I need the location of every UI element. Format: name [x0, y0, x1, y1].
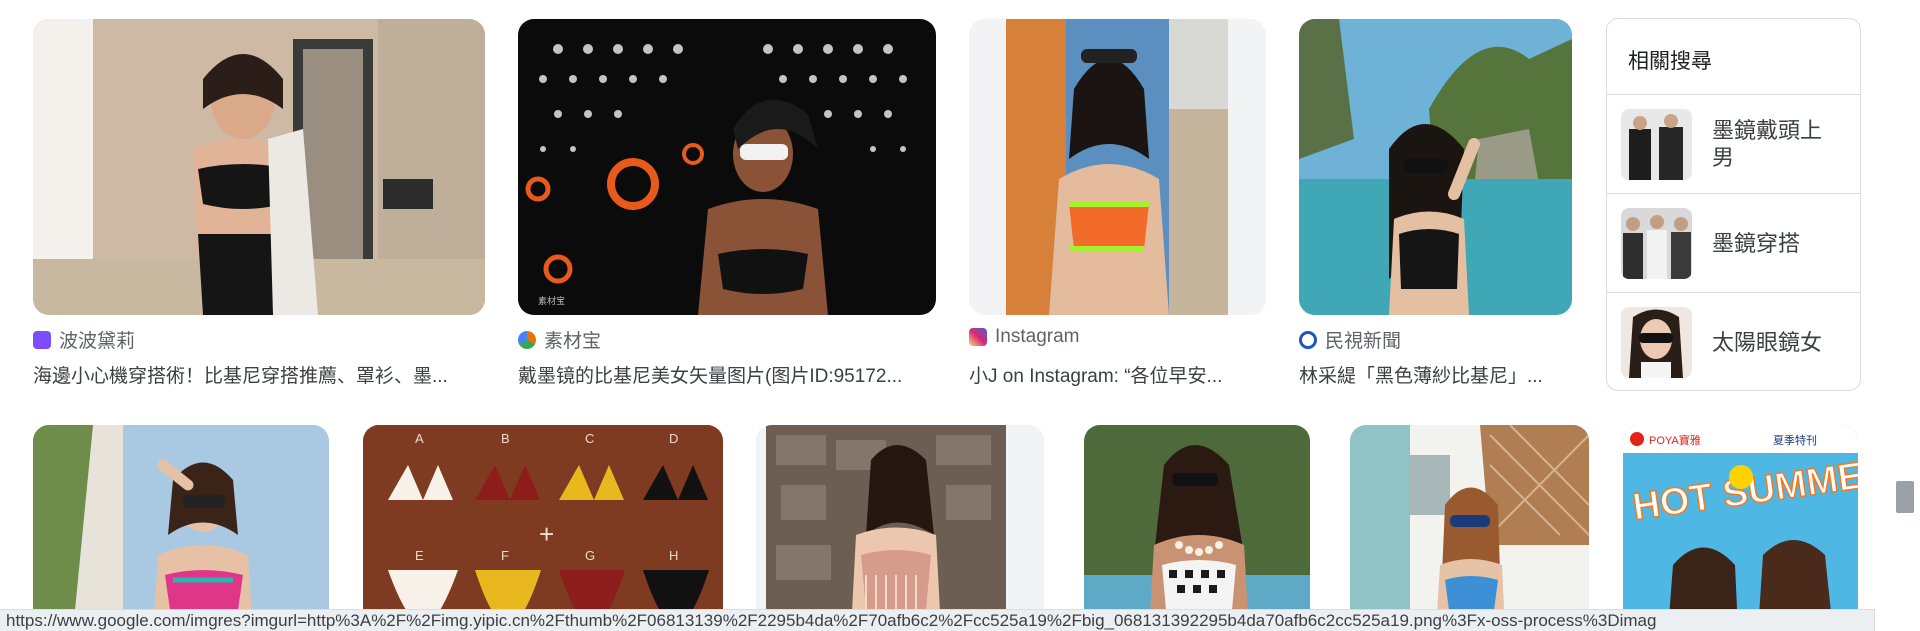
- result-image-9[interactable]: [1350, 425, 1589, 631]
- source-favicon-icon: [1299, 330, 1317, 349]
- source-favicon-icon: [518, 330, 536, 349]
- chart-letter-h: H: [669, 548, 678, 563]
- related-item-2[interactable]: 墨鏡穿搭: [1607, 194, 1860, 293]
- result-image-6[interactable]: A B C D E F G H +: [363, 425, 723, 631]
- source-favicon-icon: [33, 330, 51, 349]
- link-status-bar: https://www.google.com/imgres?imgurl=htt…: [0, 609, 1875, 631]
- svg-text:素材宝: 素材宝: [538, 295, 565, 306]
- related-item-1[interactable]: 墨鏡戴頭上男: [1607, 95, 1860, 194]
- result-image-5[interactable]: [33, 425, 329, 631]
- related-item-3[interactable]: 太陽眼鏡女: [1607, 293, 1860, 390]
- plus-icon: +: [539, 519, 554, 549]
- result-image-3[interactable]: [969, 19, 1266, 315]
- chart-letter-f: F: [501, 548, 509, 563]
- chart-letter-g: G: [585, 548, 595, 563]
- result-image-1[interactable]: [33, 19, 485, 315]
- related-searches-panel: 相關搜尋 墨鏡戴頭上男 墨鏡穿搭 太陽眼鏡女: [1606, 18, 1861, 391]
- related-thumb-3: [1621, 307, 1692, 378]
- chart-letter-b: B: [501, 431, 510, 446]
- related-thumb-1: [1621, 108, 1692, 180]
- related-searches-heading: 相關搜尋: [1607, 19, 1860, 95]
- related-label-1: 墨鏡戴頭上男: [1712, 118, 1823, 170]
- related-label-2: 墨鏡穿搭: [1712, 230, 1801, 256]
- instagram-icon: [969, 328, 987, 346]
- result-image-4[interactable]: [1299, 19, 1572, 315]
- result-source-4: 民視新聞: [1299, 326, 1401, 353]
- result-image-7[interactable]: [756, 425, 1044, 631]
- result-source-2: 素材宝: [518, 326, 601, 353]
- result-title-1[interactable]: 海邊小心機穿搭術！比基尼穿搭推薦、罩衫、墨...: [33, 361, 485, 388]
- ad-brand-text: POYA寶雅: [1649, 433, 1701, 447]
- chart-letter-c: C: [585, 431, 594, 446]
- related-label-3: 太陽眼鏡女: [1712, 330, 1823, 355]
- result-title-2[interactable]: 戴墨镜的比基尼美女矢量图片(图片ID:95172...: [518, 361, 936, 388]
- result-image-8[interactable]: [1084, 425, 1310, 631]
- result-title-3[interactable]: 小J on Instagram: “各位早安...: [969, 361, 1266, 388]
- result-source-3: Instagram: [969, 326, 1079, 348]
- page-scrollbar-thumb[interactable]: [1896, 481, 1914, 513]
- chart-letter-d: D: [669, 431, 678, 446]
- chart-letter-a: A: [415, 431, 424, 446]
- result-source-1: 波波黛莉: [33, 326, 135, 353]
- related-thumb-2: [1621, 207, 1692, 279]
- chart-letter-e: E: [415, 548, 424, 563]
- result-image-10[interactable]: POYA寶雅 夏季特刊 HOT SUMMER: [1623, 425, 1858, 631]
- result-title-4[interactable]: 林采緹「黑色薄紗比基尼」...: [1299, 361, 1572, 388]
- ad-banner-text: 夏季特刊: [1773, 433, 1817, 447]
- result-image-2[interactable]: 素材宝: [518, 19, 936, 315]
